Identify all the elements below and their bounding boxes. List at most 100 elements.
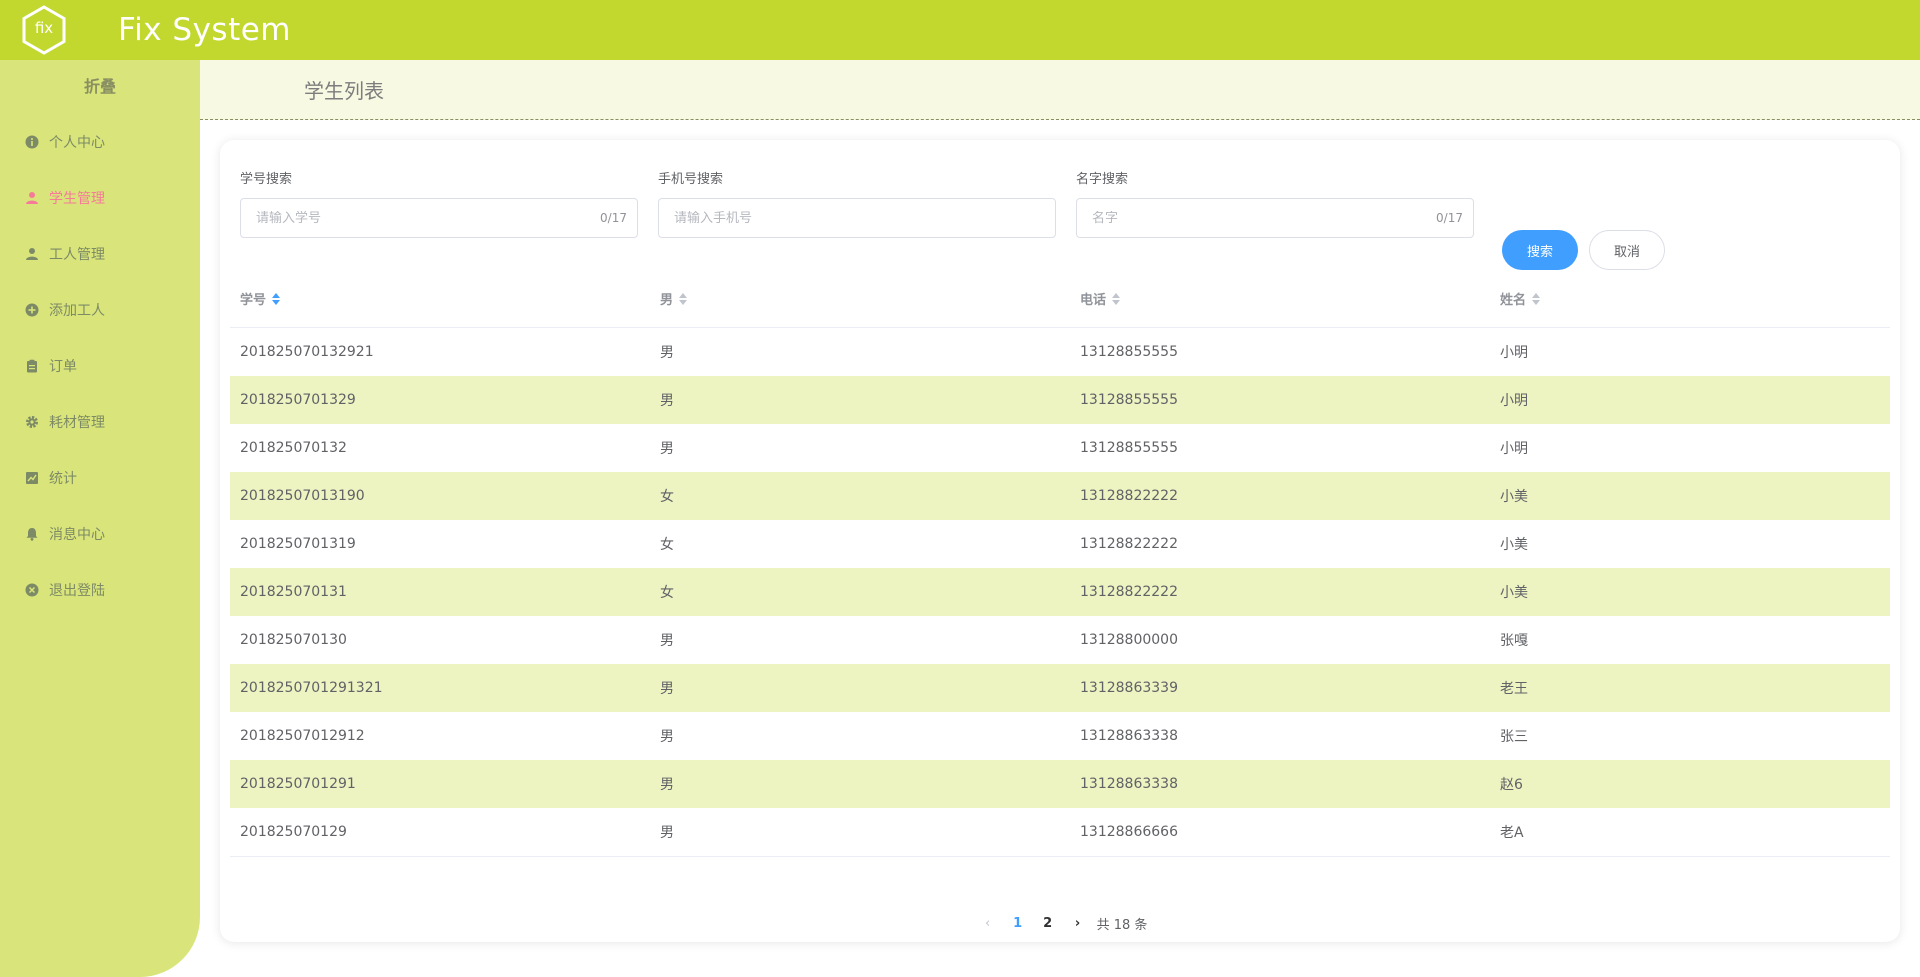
table-cell: 2018250701291321 [240, 680, 383, 696]
table-cell: 201825070132921 [240, 344, 374, 360]
sort-caret-icon[interactable] [679, 292, 688, 305]
prev-page-icon[interactable]: ‹ [973, 916, 1003, 931]
table-body: 201825070132921 男 13128855555 小明 20182507013… [230, 328, 1890, 857]
table-cell: 张嘎 [1500, 633, 1528, 649]
column-header-phone[interactable]: 电话 [1070, 289, 1490, 308]
table-cell: 男 [660, 633, 674, 649]
pagination: ‹ 12 › 共 18 条 [220, 914, 1900, 933]
user-icon [24, 246, 40, 262]
name-search-label: 名字搜索 [1076, 172, 1129, 187]
column-header-label: 学号 [240, 293, 267, 308]
table-cell: 男 [660, 825, 674, 841]
table-row[interactable]: 2018250701291 男 13128863338 赵6 [230, 760, 1890, 808]
plus-circle-icon [24, 302, 40, 318]
name-search: 名字搜索 0/17 [1076, 170, 1474, 238]
table-row[interactable]: 201825070132 男 13128855555 小明 [230, 424, 1890, 472]
table-cell: 老王 [1500, 681, 1528, 697]
next-page-icon[interactable]: › [1063, 916, 1093, 931]
column-header-name[interactable]: 姓名 [1490, 289, 1890, 308]
table-cell: 男 [660, 777, 674, 793]
top-bar: fix Fix System [0, 0, 1920, 60]
table-cell: 13128866666 [1080, 824, 1178, 840]
sidebar-item-5[interactable]: 耗材管理 [0, 394, 200, 450]
table-cell: 2018250701319 [240, 536, 356, 552]
sidebar-item-4[interactable]: 订单 [0, 338, 200, 394]
name-input[interactable] [1092, 210, 1437, 226]
table-cell: 男 [660, 441, 674, 457]
table-cell: 20182507012912 [240, 728, 365, 744]
page-number[interactable]: 2 [1033, 916, 1063, 931]
sort-caret-icon[interactable] [272, 292, 281, 305]
main-content: 学生列表 学号搜索 0/17 手机号搜索 名字搜索 0/17 [200, 60, 1920, 977]
student-id-counter: 0/17 [600, 211, 627, 225]
page-header: 学生列表 [200, 60, 1920, 120]
sort-caret-icon[interactable] [1532, 292, 1541, 305]
table-cell: 小美 [1500, 537, 1528, 553]
table-row[interactable]: 201825070131 女 13128822222 小美 [230, 568, 1890, 616]
table-cell: 男 [660, 729, 674, 745]
page-list: 12 [1003, 916, 1063, 931]
table-cell: 20182507013190 [240, 488, 365, 504]
table-row[interactable]: 2018250701291321 男 13128863339 老王 [230, 664, 1890, 712]
table-cell: 老A [1500, 825, 1524, 841]
sidebar-item-label: 耗材管理 [49, 415, 105, 431]
table-cell: 小美 [1500, 585, 1528, 601]
collapse-button[interactable]: 折叠 [0, 60, 200, 114]
sidebar-item-8[interactable]: 退出登陆 [0, 562, 200, 618]
sidebar-item-label: 订单 [49, 359, 77, 375]
table-cell: 13128863339 [1080, 680, 1178, 696]
table-cell: 小明 [1500, 441, 1528, 457]
column-header-label: 电话 [1080, 293, 1107, 308]
table-cell: 2018250701329 [240, 392, 356, 408]
phone-input-wrapper [658, 198, 1056, 238]
clipboard-icon [24, 358, 40, 374]
table-row[interactable]: 20182507012912 男 13128863338 张三 [230, 712, 1890, 760]
sort-caret-icon[interactable] [1112, 292, 1121, 305]
sidebar-item-2[interactable]: 工人管理 [0, 226, 200, 282]
table-cell: 13128863338 [1080, 776, 1178, 792]
table-cell: 13128800000 [1080, 632, 1178, 648]
table-cell: 张三 [1500, 729, 1528, 745]
table-cell: 女 [660, 585, 674, 601]
table-row[interactable]: 2018250701329 男 13128855555 小明 [230, 376, 1890, 424]
table-row[interactable]: 201825070129 男 13128866666 老A [230, 808, 1890, 856]
table-cell: 女 [660, 489, 674, 505]
table-row[interactable]: 201825070130 男 13128800000 张嘎 [230, 616, 1890, 664]
logo: fix [18, 4, 70, 56]
sidebar-item-6[interactable]: 统计 [0, 450, 200, 506]
student-table: 学号 男 电话 姓名 201825070132921 男 13128855555 小明… [230, 270, 1890, 857]
sidebar-item-label: 统计 [49, 471, 77, 487]
sidebar-item-7[interactable]: 消息中心 [0, 506, 200, 562]
student-id-input[interactable] [256, 210, 601, 226]
gear-icon [24, 414, 40, 430]
phone-input[interactable] [674, 210, 1045, 226]
page-number[interactable]: 1 [1003, 916, 1033, 931]
table-row[interactable]: 20182507013190 女 13128822222 小美 [230, 472, 1890, 520]
column-header-gender[interactable]: 男 [650, 289, 1070, 308]
sidebar-item-label: 工人管理 [49, 247, 105, 263]
table-cell: 2018250701291 [240, 776, 356, 792]
user-icon [24, 190, 40, 206]
search-button[interactable]: 搜索 [1502, 230, 1578, 270]
table-cell: 小明 [1500, 393, 1528, 409]
sidebar-item-label: 退出登陆 [49, 583, 105, 599]
column-header-student-id[interactable]: 学号 [230, 289, 650, 308]
table-cell: 13128822222 [1080, 584, 1178, 600]
table-cell: 201825070130 [240, 632, 347, 648]
student-id-search: 学号搜索 0/17 [240, 170, 638, 238]
sidebar-item-1[interactable]: 学生管理 [0, 170, 200, 226]
table-row[interactable]: 2018250701319 女 13128822222 小美 [230, 520, 1890, 568]
sidebar-item-label: 添加工人 [49, 303, 105, 319]
table-cell: 13128863338 [1080, 728, 1178, 744]
table-row[interactable]: 201825070132921 男 13128855555 小明 [230, 328, 1890, 376]
sidebar-item-0[interactable]: 个人中心 [0, 114, 200, 170]
table-cell: 小美 [1500, 489, 1528, 505]
student-id-input-wrapper: 0/17 [240, 198, 638, 238]
sidebar-item-label: 个人中心 [49, 135, 105, 151]
sidebar-item-3[interactable]: 添加工人 [0, 282, 200, 338]
total-count: 共 18 条 [1096, 918, 1148, 933]
sidebar-item-label: 学生管理 [49, 191, 105, 207]
student-id-search-label: 学号搜索 [240, 172, 293, 187]
cancel-button[interactable]: 取消 [1589, 230, 1665, 270]
table-header: 学号 男 电话 姓名 [230, 270, 1890, 328]
